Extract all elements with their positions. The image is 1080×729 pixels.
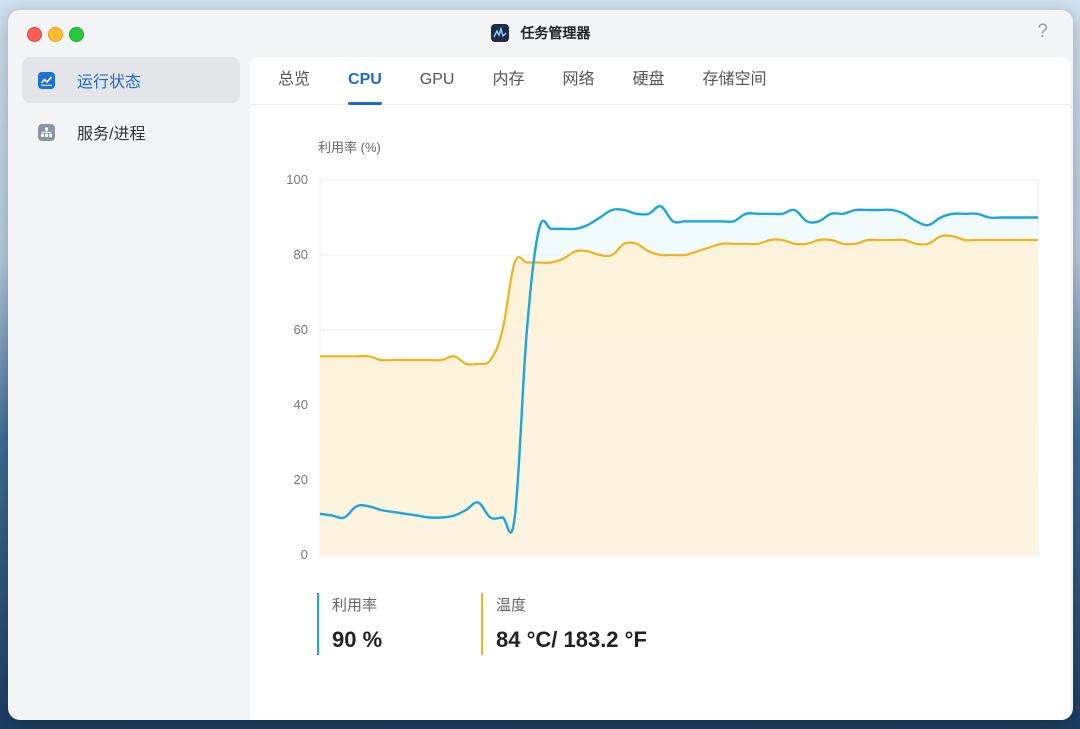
y-tick-label: 60 <box>294 322 308 337</box>
temperature-stat-label: 温度 <box>496 597 527 614</box>
usage-stat-label: 利用率 <box>332 597 378 614</box>
window-title-text: 任务管理器 <box>520 25 591 41</box>
sidebar: 运行状态 服务/进程 <box>22 57 240 161</box>
temperature-area-overlay <box>320 235 1038 556</box>
sidebar-item-label: 服务/进程 <box>77 126 146 143</box>
chart-icon <box>38 71 55 89</box>
main-panel: 总览 CPU GPU 内存 网络 硬盘 存储空间 利用率 (%) 0 20 40 60… <box>250 57 1070 720</box>
help-icon[interactable]: ? <box>1037 21 1048 43</box>
sidebar-item-status[interactable]: 运行状态 <box>22 57 240 103</box>
temperature-stat-value: 84 °C/ 183.2 °F <box>496 627 647 652</box>
usage-stat: 利用率 90 % <box>317 593 382 655</box>
temperature-stat: 温度 84 °C/ 183.2 °F <box>481 593 647 655</box>
sidebar-item-services[interactable]: 服务/进程 <box>22 109 240 155</box>
y-tick-label: 80 <box>294 247 308 262</box>
usage-stat-value: 90 % <box>332 627 383 652</box>
title-bar: 任务管理器 ? <box>8 10 1073 56</box>
y-tick-label: 40 <box>294 397 308 412</box>
cpu-usage-chart: 0 20 40 60 80 100 <box>286 172 1039 562</box>
y-tick-label: 20 <box>294 472 308 487</box>
y-tick-label: 0 <box>301 547 308 562</box>
window-title: 任务管理器 <box>8 23 1073 43</box>
hierarchy-icon <box>38 123 55 141</box>
app-icon <box>490 24 509 43</box>
sidebar-item-label: 运行状态 <box>77 74 142 91</box>
y-tick-label: 100 <box>286 172 308 187</box>
task-manager-window: 任务管理器 ? 运行状态 服务/进程 总览 CPU GPU 内存 网络 硬盘 存… <box>8 10 1073 720</box>
